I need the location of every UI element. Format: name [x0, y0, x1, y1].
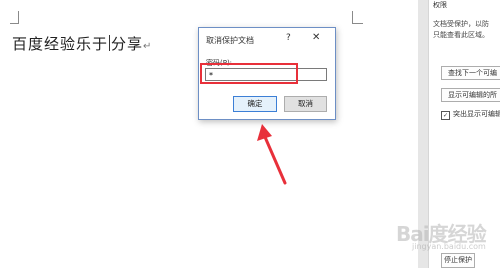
- show-all-regions-button[interactable]: 显示可编辑的所: [441, 88, 500, 102]
- cancel-button[interactable]: 取消: [284, 96, 327, 112]
- close-icon[interactable]: ✕: [312, 32, 320, 43]
- checkbox-check-icon: ✓: [441, 111, 450, 120]
- document-body-text[interactable]: 百度经验乐于 分享↵: [12, 33, 152, 54]
- text-caret: [109, 35, 111, 51]
- page-corner-mark-left: [10, 11, 19, 24]
- dialog-title: 取消保护文档: [206, 36, 254, 45]
- document-text-before-caret: 百度经验乐于: [12, 35, 109, 53]
- find-next-region-button[interactable]: 查找下一个可编: [441, 66, 500, 80]
- highlight-regions-checkbox[interactable]: ✓ 突出显示可编辑: [441, 109, 500, 120]
- document-text-after-caret: 分享: [111, 35, 144, 53]
- ok-button[interactable]: 确定: [233, 96, 277, 112]
- pane-heading: 权限: [433, 1, 447, 9]
- watermark-url: jingyan.baidu.com: [412, 242, 486, 251]
- help-icon[interactable]: ?: [286, 33, 291, 43]
- pane-description-line2: 只能查看此区域。: [433, 31, 489, 39]
- pane-description-line1: 文档受保护，以防: [433, 20, 489, 28]
- highlight-regions-label: 突出显示可编辑: [453, 110, 500, 118]
- password-highlight-box: [200, 63, 298, 84]
- page-corner-mark-right: [352, 11, 363, 24]
- stop-protection-button[interactable]: 停止保护: [441, 253, 475, 268]
- paragraph-mark-icon: ↵: [143, 41, 153, 52]
